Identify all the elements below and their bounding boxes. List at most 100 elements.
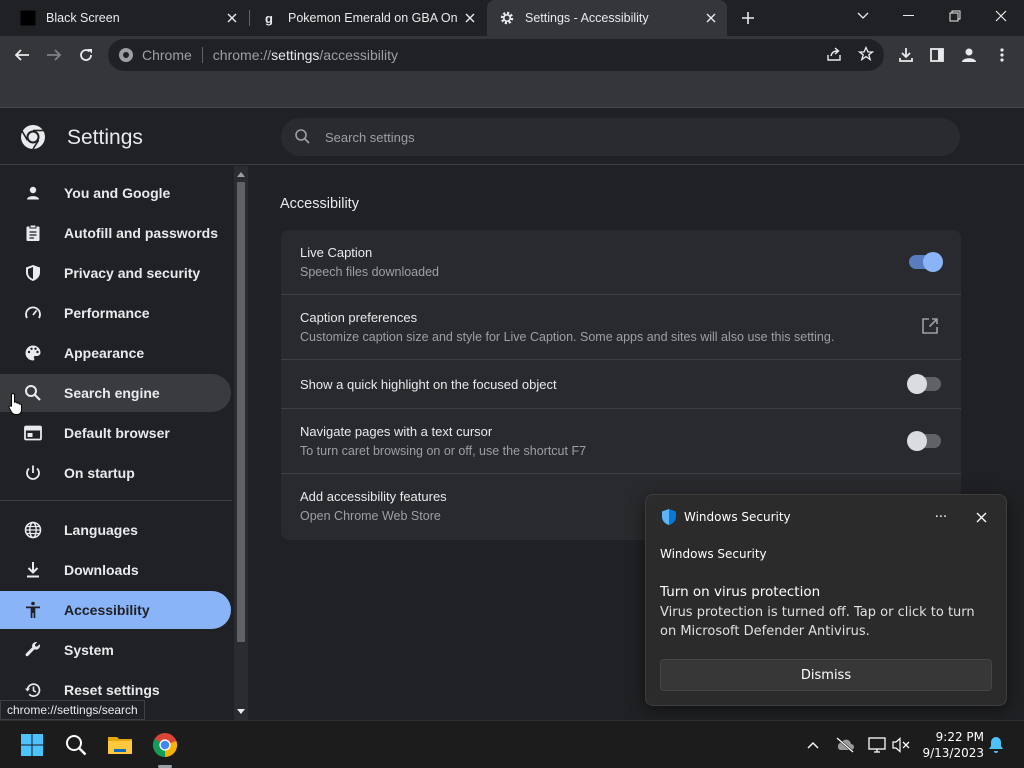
sidebar-item-accessibility[interactable]: Accessibility <box>0 591 231 629</box>
restore-icon[interactable] <box>932 0 978 32</box>
search-icon <box>293 127 313 147</box>
wrench-icon <box>23 640 43 660</box>
caret-browsing-toggle[interactable] <box>907 431 941 451</box>
tab-search-icon[interactable] <box>840 0 886 32</box>
share-icon[interactable] <box>824 44 844 64</box>
minimize-icon[interactable] <box>886 0 932 32</box>
download-icon <box>23 560 43 580</box>
tab-strip: Black Screen g Pokemon Emerald on GBA On… <box>0 0 1024 36</box>
sidebar-item-label: Accessibility <box>64 602 150 618</box>
chrome-logo-icon <box>20 124 46 150</box>
sidebar-item-performance[interactable]: Performance <box>0 294 231 332</box>
speaker-muted-icon[interactable] <box>891 733 913 757</box>
row-sublabel: Speech files downloaded <box>300 265 439 279</box>
sidebar-item-label: You and Google <box>64 185 171 201</box>
sidebar-item-label: Performance <box>64 305 150 321</box>
row-label: Show a quick highlight on the focused ob… <box>300 377 557 392</box>
notification-body: Virus protection is turned off. Tap or c… <box>660 605 975 639</box>
focus-highlight-toggle[interactable] <box>907 374 941 394</box>
settings-sidebar: You and Google Autofill and passwords Pr… <box>0 166 250 720</box>
chevron-up-icon[interactable] <box>802 733 824 757</box>
close-notification-icon[interactable] <box>971 507 991 527</box>
sidebar-item-appearance[interactable]: Appearance <box>0 334 231 372</box>
bookmark-star-icon[interactable] <box>856 44 876 64</box>
tab-black-screen[interactable]: Black Screen <box>8 0 248 36</box>
sidebar-item-you-and-google[interactable]: You and Google <box>0 174 231 212</box>
back-button[interactable] <box>8 41 36 69</box>
person-icon <box>23 183 43 203</box>
download-icon[interactable] <box>892 41 920 69</box>
sidebar-item-label: Privacy and security <box>64 265 201 281</box>
windows-security-shield-icon <box>660 508 678 526</box>
dismiss-button[interactable]: Dismiss <box>660 659 992 691</box>
site-chip: Chrome <box>142 47 192 63</box>
tab-settings[interactable]: Settings - Accessibility <box>487 0 727 36</box>
windows-security-notification[interactable]: Windows Security ··· Windows Security Tu… <box>645 494 1007 706</box>
scroll-down-arrow-icon[interactable] <box>236 706 246 716</box>
sidebar-item-downloads[interactable]: Downloads <box>0 551 231 589</box>
forward-button[interactable] <box>40 41 68 69</box>
toolbar: Chrome chrome://settings/accessibility <box>0 36 1024 74</box>
notification-subtitle: Windows Security <box>660 547 767 561</box>
sidebar-scrollbar[interactable] <box>234 166 248 720</box>
sidebar-item-label: Autofill and passwords <box>64 225 219 241</box>
g-letter-icon: g <box>262 10 278 26</box>
mouse-pointer-hand-icon <box>8 392 22 415</box>
browser-window-icon <box>23 423 43 443</box>
search-icon[interactable] <box>60 729 92 761</box>
side-panel-icon[interactable] <box>923 41 951 69</box>
row-focus-highlight[interactable]: Show a quick highlight on the focused ob… <box>281 360 961 409</box>
row-live-caption[interactable]: Live Caption Speech files downloaded <box>281 230 961 295</box>
search-icon <box>23 383 43 403</box>
close-window-icon[interactable] <box>978 0 1024 32</box>
gear-icon <box>499 10 515 26</box>
notification-app-name: Windows Security <box>684 510 791 524</box>
sidebar-item-autofill[interactable]: Autofill and passwords <box>0 214 231 252</box>
row-label: Caption preferences <box>300 310 418 325</box>
scroll-up-arrow-icon[interactable] <box>236 169 246 179</box>
scroll-thumb[interactable] <box>237 182 245 642</box>
new-tab-button[interactable] <box>734 4 762 32</box>
notification-heading: Turn on virus protection <box>660 584 821 600</box>
address-bar[interactable]: Chrome chrome://settings/accessibility <box>108 39 884 71</box>
notification-bell-icon[interactable] <box>985 733 1007 757</box>
reload-button[interactable] <box>72 41 100 69</box>
taskbar-clock[interactable]: 9:22 PM 9/13/2023 <box>918 729 984 761</box>
clock-time: 9:22 PM <box>935 730 984 744</box>
sidebar-item-label: Languages <box>64 522 138 538</box>
status-url-bubble: chrome://settings/search <box>0 700 145 720</box>
file-explorer-icon[interactable] <box>104 729 136 761</box>
close-tab-icon[interactable] <box>220 6 244 30</box>
settings-search[interactable] <box>281 118 960 156</box>
sidebar-item-on-startup[interactable]: On startup <box>0 454 231 492</box>
shield-icon <box>23 263 43 283</box>
sidebar-item-default-browser[interactable]: Default browser <box>0 414 231 452</box>
onedrive-offline-icon[interactable] <box>834 733 856 757</box>
sidebar-item-label: System <box>64 642 114 658</box>
globe-icon <box>23 520 43 540</box>
tab-pokemon[interactable]: g Pokemon Emerald on GBA Online <box>250 0 486 36</box>
sidebar-item-label: Default browser <box>64 425 170 441</box>
menu-kebab-icon[interactable] <box>988 41 1016 69</box>
row-caption-preferences[interactable]: Caption preferences Customize caption si… <box>281 295 961 360</box>
sidebar-item-label: Reset settings <box>64 682 160 698</box>
windows-start-icon[interactable] <box>16 729 48 761</box>
close-tab-icon[interactable] <box>458 6 482 30</box>
live-caption-toggle[interactable] <box>909 252 943 272</box>
sidebar-item-privacy[interactable]: Privacy and security <box>0 254 231 292</box>
monitor-network-icon[interactable] <box>866 733 888 757</box>
bookmarks-bar <box>0 74 1024 108</box>
clock-date: 9/13/2023 <box>922 746 984 760</box>
sidebar-item-system[interactable]: System <box>0 631 231 669</box>
close-tab-icon[interactable] <box>699 6 723 30</box>
sidebar-item-languages[interactable]: Languages <box>0 511 231 549</box>
tab-title: Black Screen <box>46 11 120 25</box>
external-link-icon[interactable] <box>921 317 941 337</box>
more-options-icon[interactable]: ··· <box>931 507 951 527</box>
chrome-taskbar-icon[interactable] <box>149 729 181 761</box>
profile-icon[interactable] <box>955 41 983 69</box>
row-label: Add accessibility features <box>300 489 447 504</box>
row-caret-browsing[interactable]: Navigate pages with a text cursor To tur… <box>281 409 961 474</box>
search-settings-input[interactable] <box>325 129 925 145</box>
sidebar-item-search-engine[interactable]: Search engine <box>0 374 231 412</box>
